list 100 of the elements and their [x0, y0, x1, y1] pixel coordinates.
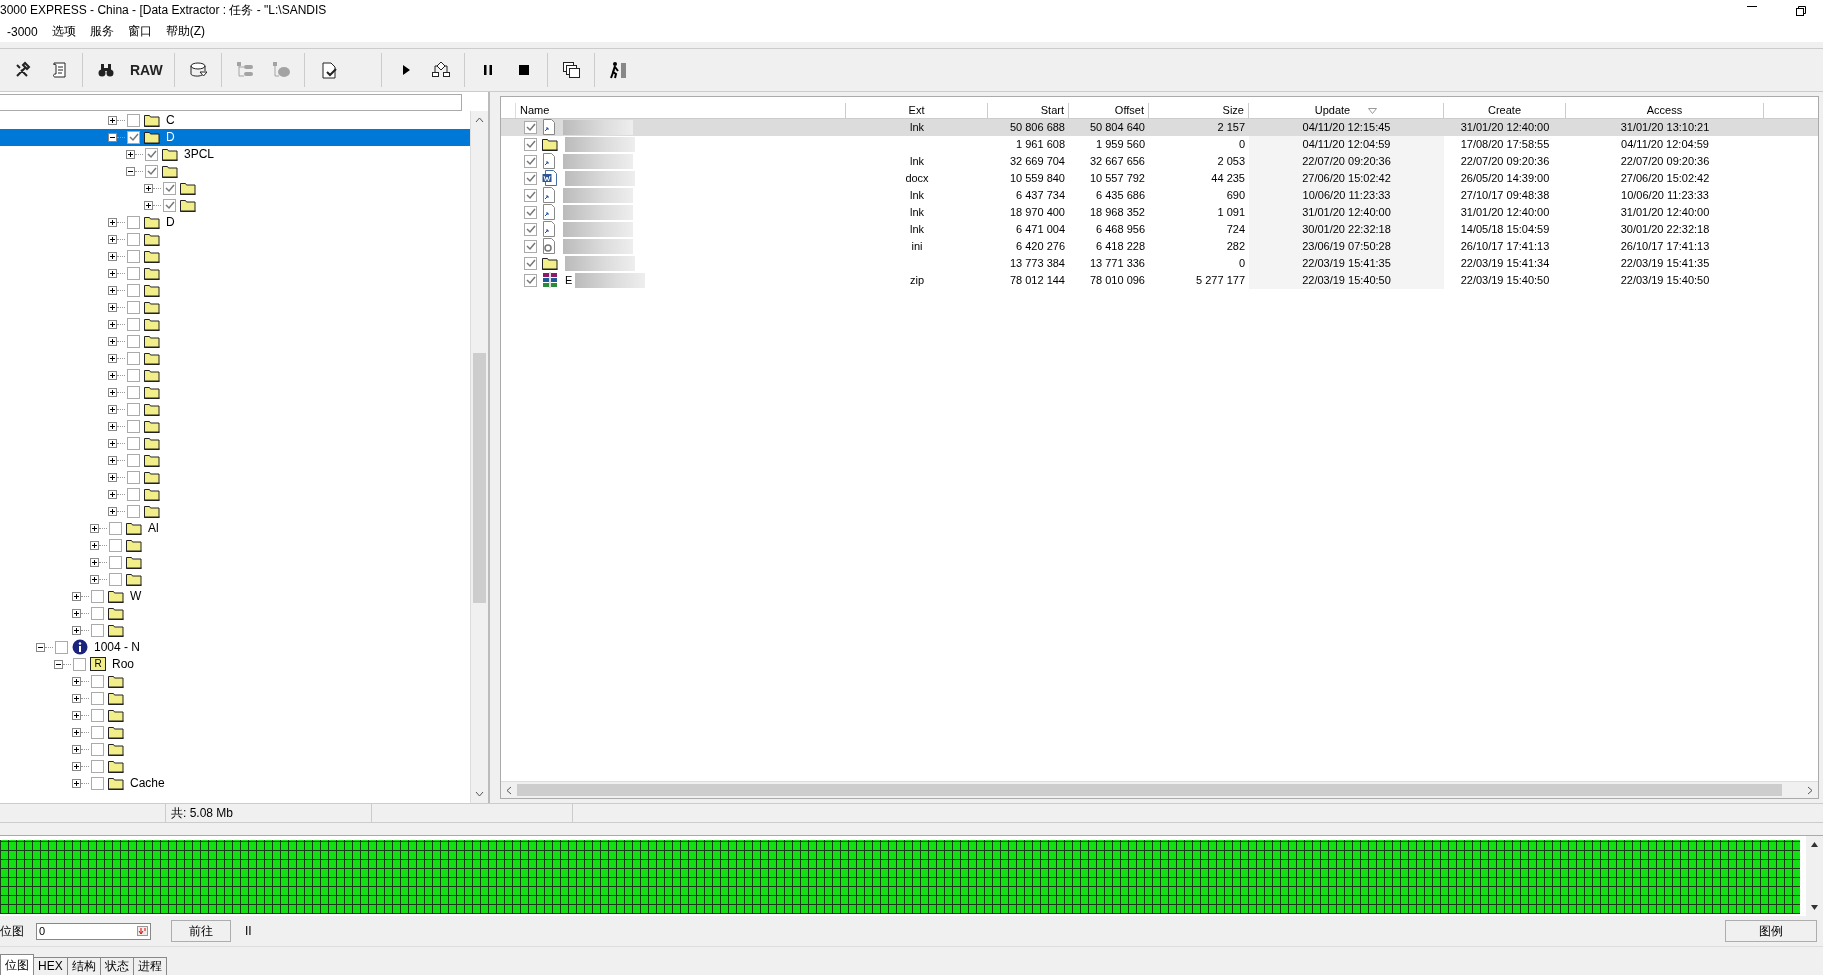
checkbox[interactable]: [91, 742, 104, 756]
file-row[interactable]: 13 773 384 13 771 336 0 22/03/19 15:41:35 22/03/19 15:41:34 22/03/19 15:41:35: [501, 254, 1818, 272]
tree-item[interactable]: D: [164, 215, 177, 230]
checkbox[interactable]: [127, 351, 140, 365]
expander-icon[interactable]: [144, 200, 153, 210]
file-row[interactable]: E zip 78 012 144 78 010 096 5 277 177 22/03/19 15:40:50 22/03/19 15:40:50 22/03/19 15:40:50: [501, 271, 1818, 289]
expander-icon[interactable]: [108, 353, 117, 363]
checkbox[interactable]: [127, 249, 140, 263]
checkbox[interactable]: [524, 205, 537, 219]
expander-icon[interactable]: [108, 438, 117, 448]
checkbox[interactable]: [524, 256, 537, 270]
checkbox[interactable]: [127, 504, 140, 518]
checkbox[interactable]: [109, 538, 122, 552]
menu-item[interactable]: 帮助(Z): [158, 23, 213, 41]
scroll-right-icon[interactable]: [1807, 785, 1813, 795]
menu-item[interactable]: -3000: [0, 24, 45, 39]
checkbox[interactable]: [91, 691, 104, 705]
tab[interactable]: 状态: [99, 957, 134, 975]
column-header[interactable]: Name: [516, 102, 846, 118]
column-header[interactable]: Offset: [1069, 102, 1149, 118]
expander-icon[interactable]: [108, 115, 117, 125]
checkbox[interactable]: [109, 555, 122, 569]
tree-item[interactable]: W: [128, 589, 144, 604]
expander-icon[interactable]: [108, 319, 117, 329]
checkbox[interactable]: [109, 521, 122, 535]
expander-icon[interactable]: [108, 285, 117, 295]
scroll-down-icon[interactable]: [475, 791, 484, 798]
legend-button[interactable]: 图例: [1725, 920, 1817, 943]
expander-icon[interactable]: [72, 727, 81, 737]
expander-icon[interactable]: [108, 404, 117, 414]
checkbox[interactable]: [127, 487, 140, 501]
expander-icon[interactable]: [108, 251, 117, 261]
expander-icon[interactable]: [72, 591, 81, 601]
checkbox[interactable]: [91, 606, 104, 620]
checkbox[interactable]: [127, 283, 140, 297]
checkbox[interactable]: [145, 147, 158, 161]
expander-icon[interactable]: [72, 676, 81, 686]
expander-icon[interactable]: [72, 744, 81, 754]
file-row[interactable]: lnk 6 437 734 6 435 686 690 10/06/20 11:23:33 27/10/17 09:48:38 10/06/20 11:23:33: [501, 186, 1818, 204]
tab[interactable]: 结构: [66, 957, 101, 975]
column-header[interactable]: Start: [988, 102, 1069, 118]
expander-icon[interactable]: [36, 642, 45, 652]
expander-icon[interactable]: [108, 234, 117, 244]
column-header[interactable]: Ext: [846, 102, 988, 118]
expander-icon[interactable]: [108, 472, 117, 482]
expander-icon[interactable]: [72, 778, 81, 788]
menu-item[interactable]: 服务: [82, 23, 121, 41]
go-button[interactable]: 前往: [171, 920, 231, 943]
checkbox[interactable]: [127, 232, 140, 246]
expander-icon[interactable]: [108, 370, 117, 380]
checkbox[interactable]: [524, 188, 537, 202]
checkbox[interactable]: [91, 589, 104, 603]
expander-icon[interactable]: [108, 421, 117, 431]
tree-item[interactable]: 1004 - N: [92, 640, 143, 655]
file-row[interactable]: 1 961 608 1 959 560 0 04/11/20 12:04:59 17/08/20 17:58:55 04/11/20 12:04:59: [501, 135, 1818, 153]
scroll-up-icon[interactable]: [1811, 842, 1818, 848]
tree-item[interactable]: Roo: [110, 657, 136, 672]
expander-icon[interactable]: [126, 149, 135, 159]
expander-icon[interactable]: [90, 540, 99, 550]
checkbox[interactable]: [127, 368, 140, 382]
expander-icon[interactable]: [72, 761, 81, 771]
scroll-up-icon[interactable]: [475, 116, 484, 123]
checkbox[interactable]: [163, 181, 176, 195]
checkbox[interactable]: [127, 402, 140, 416]
tree-item[interactable]: D: [164, 130, 177, 145]
vertical-scrollbar[interactable]: [1806, 836, 1823, 917]
checkbox[interactable]: [91, 725, 104, 739]
checkbox[interactable]: [127, 470, 140, 484]
tree-item[interactable]: Cache: [128, 776, 167, 791]
vertical-scrollbar[interactable]: [470, 110, 488, 804]
checkbox[interactable]: [524, 171, 537, 185]
file-row[interactable]: docx 10 559 840 10 557 792 44 235 27/06/20 15:02:42 26/05/20 14:39:00 27/06/20 15:02:42: [501, 169, 1818, 187]
checkbox[interactable]: [524, 222, 537, 236]
expander-icon[interactable]: [108, 336, 117, 346]
tab[interactable]: 位图: [0, 954, 34, 975]
checkbox[interactable]: [109, 572, 122, 586]
checkbox[interactable]: [73, 657, 86, 671]
expander-icon[interactable]: [90, 523, 99, 533]
expander-icon[interactable]: [72, 710, 81, 720]
file-row[interactable]: ini 6 420 276 6 418 228 282 23/06/19 07:50:28 26/10/17 17:41:13 26/10/17 17:41:13: [501, 237, 1818, 255]
position-field[interactable]: 0: [36, 922, 151, 940]
checkbox[interactable]: [127, 300, 140, 314]
checkbox[interactable]: [127, 130, 140, 144]
checkbox[interactable]: [524, 137, 537, 151]
scroll-left-icon[interactable]: [506, 785, 512, 795]
checkbox[interactable]: [127, 385, 140, 399]
checkbox[interactable]: [127, 317, 140, 331]
checkbox[interactable]: [524, 239, 537, 253]
expander-icon[interactable]: [90, 574, 99, 584]
menu-item[interactable]: 窗口: [120, 23, 159, 41]
menu-item[interactable]: 选项: [44, 23, 83, 41]
expander-icon[interactable]: [108, 506, 117, 516]
expander-icon[interactable]: [144, 183, 153, 193]
checkbox[interactable]: [91, 674, 104, 688]
checkbox[interactable]: [127, 266, 140, 280]
column-header[interactable]: Size: [1149, 102, 1249, 118]
checkbox[interactable]: [91, 708, 104, 722]
checkbox[interactable]: [163, 198, 176, 212]
column-header[interactable]: Update: [1249, 102, 1444, 118]
raw-button[interactable]: RAW: [127, 54, 166, 85]
